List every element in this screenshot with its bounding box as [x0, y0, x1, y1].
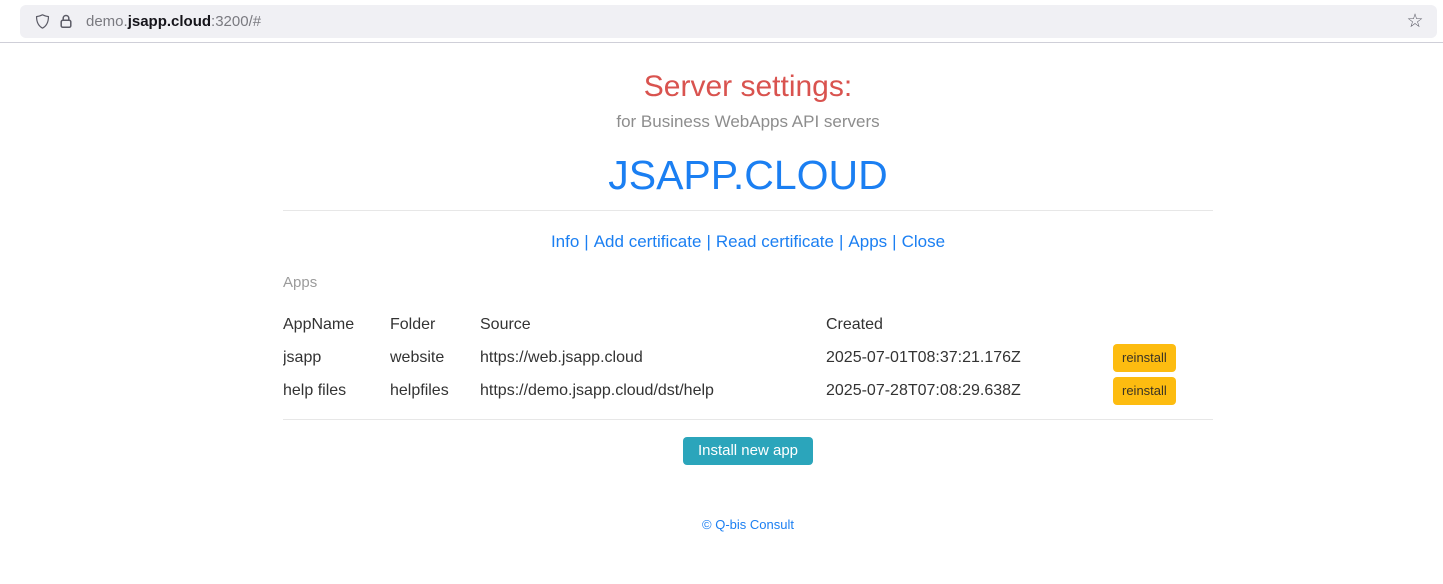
action-cell: reinstall: [1113, 344, 1213, 372]
nav-link-info[interactable]: Info: [551, 232, 579, 251]
browser-toolbar: demo.jsapp.cloud:3200/# ☆: [0, 0, 1443, 43]
app-name-cell: help files: [283, 382, 390, 400]
apps-table-header-row: AppName Folder Source Created: [283, 308, 1213, 341]
column-header-appname: AppName: [283, 316, 390, 334]
column-header-source: Source: [480, 316, 826, 334]
nav-menu: Info|Add certificate|Read certificate|Ap…: [283, 232, 1213, 252]
footer-link-qbis-consult[interactable]: © Q-bis Consult: [702, 517, 794, 532]
divider-top: [283, 210, 1213, 211]
lock-icon[interactable]: [54, 9, 78, 33]
apps-section-label: Apps: [283, 274, 1213, 292]
nav-link-read-certificate[interactable]: Read certificate: [716, 232, 834, 251]
table-row: help files helpfiles https://demo.jsapp.…: [283, 374, 1213, 407]
created-cell: 2025-07-01T08:37:21.176Z: [826, 349, 1113, 367]
apps-table: AppName Folder Source Created jsapp webs…: [283, 308, 1213, 407]
reinstall-button[interactable]: reinstall: [1113, 344, 1176, 372]
url-bar[interactable]: demo.jsapp.cloud:3200/# ☆: [20, 5, 1437, 38]
main-content: Server settings: for Business WebApps AP…: [283, 70, 1213, 532]
nav-link-close[interactable]: Close: [902, 232, 945, 251]
folder-cell: website: [390, 349, 480, 367]
nav-separator: |: [584, 232, 588, 251]
page-footer: © Q-bis Consult: [283, 517, 1213, 532]
table-row: jsapp website https://web.jsapp.cloud 20…: [283, 341, 1213, 374]
install-new-app-button[interactable]: Install new app: [683, 437, 813, 465]
column-header-created: Created: [826, 316, 1113, 334]
source-cell: https://web.jsapp.cloud: [480, 349, 826, 367]
bookmark-star-icon[interactable]: ☆: [1403, 9, 1427, 33]
divider-bottom: [283, 419, 1213, 420]
url-port-path: :3200/#: [211, 13, 261, 30]
nav-link-apps[interactable]: Apps: [848, 232, 887, 251]
url-subdomain: demo.: [86, 13, 128, 30]
brand-title: JSAPP.CLOUD: [283, 155, 1213, 195]
action-cell: reinstall: [1113, 377, 1213, 405]
folder-cell: helpfiles: [390, 382, 480, 400]
nav-separator: |: [839, 232, 843, 251]
nav-link-add-certificate[interactable]: Add certificate: [594, 232, 702, 251]
nav-separator: |: [706, 232, 710, 251]
nav-separator: |: [892, 232, 896, 251]
source-cell: https://demo.jsapp.cloud/dst/help: [480, 382, 826, 400]
page-subtitle: for Business WebApps API servers: [283, 112, 1213, 132]
created-cell: 2025-07-28T07:08:29.638Z: [826, 382, 1113, 400]
url-domain: jsapp.cloud: [128, 13, 211, 30]
shield-icon[interactable]: [30, 9, 54, 33]
reinstall-button[interactable]: reinstall: [1113, 377, 1176, 405]
column-header-folder: Folder: [390, 316, 480, 334]
page-title: Server settings:: [283, 70, 1213, 103]
install-button-row: Install new app: [283, 437, 1213, 465]
app-name-cell: jsapp: [283, 349, 390, 367]
url-text[interactable]: demo.jsapp.cloud:3200/#: [86, 13, 261, 30]
